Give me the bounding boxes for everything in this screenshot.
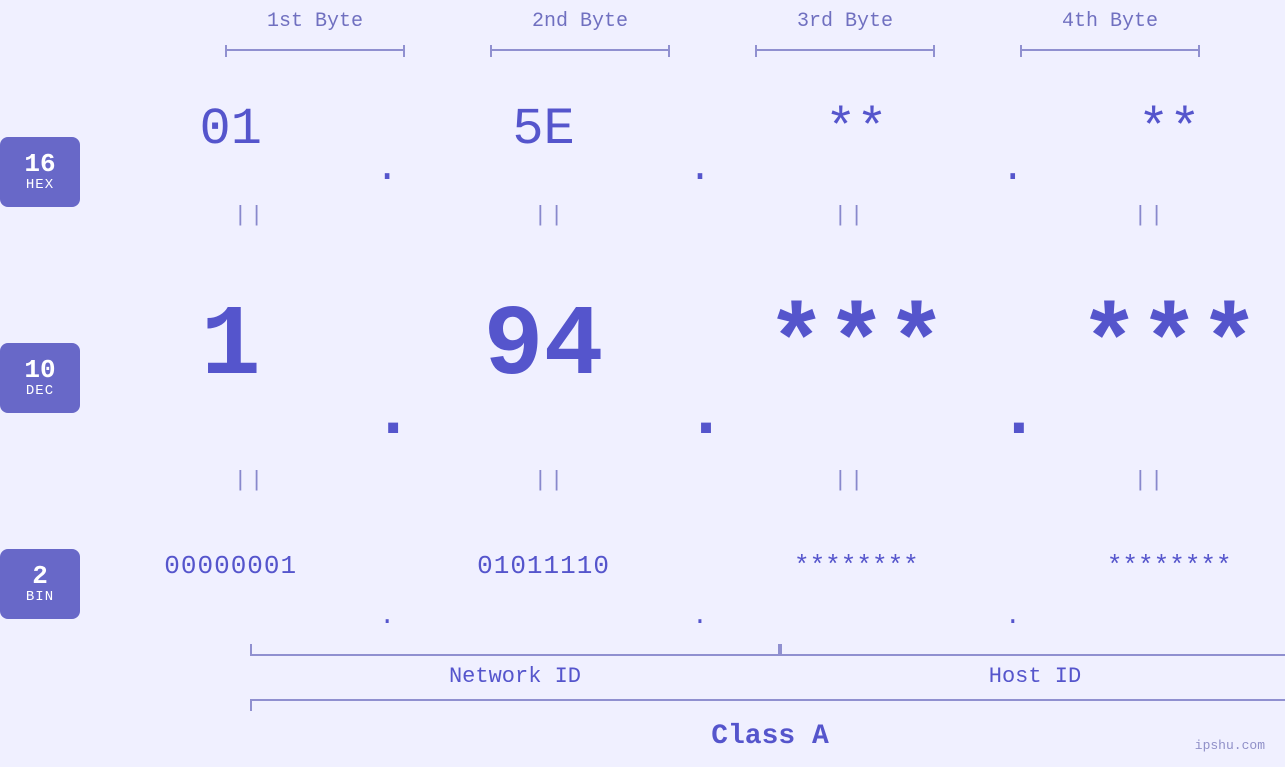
eq2-b4: ||: [1030, 468, 1270, 493]
class-label: Class A: [220, 711, 1285, 762]
equals-row-1: || || || ||: [80, 200, 1285, 230]
bin-b2-cell: 01011110: [424, 551, 664, 581]
hex-dot-3: .: [998, 147, 1028, 200]
bottom-section: Network ID Host ID Class A: [220, 636, 1285, 762]
eq2-b2: ||: [430, 468, 670, 493]
dec-b1-val: 1: [201, 291, 261, 404]
labels-column: 16 HEX 10 DEC 2 BIN: [0, 59, 80, 767]
dec-dot-1: .: [372, 376, 402, 465]
hex-dot-1: .: [372, 147, 402, 200]
dec-dot-2: .: [685, 376, 715, 465]
id-labels-row: Network ID Host ID: [220, 664, 1285, 689]
bracket-4: [990, 39, 1230, 59]
bin-b4-cell: ********: [1049, 551, 1285, 581]
hex-dot-2: .: [685, 147, 715, 200]
network-id-label: Network ID: [250, 664, 780, 689]
byte2-header: 2nd Byte: [460, 10, 700, 33]
bottom-brackets: [220, 636, 1285, 656]
bin-b1-cell: 00000001: [111, 551, 351, 581]
byte4-header: 4th Byte: [990, 10, 1230, 33]
dec-badge-base: DEC: [26, 383, 54, 399]
bin-b1-val: 00000001: [164, 551, 297, 581]
dec-badge-num: 10: [24, 357, 55, 383]
dec-dot-3: .: [998, 376, 1028, 465]
eq2-b3: ||: [730, 468, 970, 493]
eq1-b3: ||: [730, 203, 970, 228]
main-container: 1st Byte 2nd Byte 3rd Byte 4th Byte 16 H…: [0, 0, 1285, 767]
hex-badge-base: HEX: [26, 177, 54, 193]
hex-b2-cell: 5E: [424, 100, 664, 159]
bin-b3-val: ********: [794, 551, 919, 581]
byte1-header: 1st Byte: [195, 10, 435, 33]
bin-badge-num: 2: [32, 563, 48, 589]
full-bracket-line: [250, 699, 1285, 701]
watermark: ipshu.com: [1195, 738, 1265, 753]
host-bracket: [780, 636, 1285, 656]
bin-badge: 2 BIN: [0, 549, 80, 619]
bracket-3: [725, 39, 965, 59]
dec-b1-cell: 1: [111, 291, 351, 404]
dec-b2-cell: 94: [424, 291, 664, 404]
byte3-header: 3rd Byte: [725, 10, 965, 33]
hex-b1-cell: 01: [111, 100, 351, 159]
network-bracket: [250, 636, 780, 656]
dec-row: 1 . 94 . *** . ***: [80, 230, 1285, 465]
dec-b3-val: ***: [766, 291, 946, 404]
eq2-b1: ||: [130, 468, 370, 493]
dec-badge: 10 DEC: [0, 343, 80, 413]
data-area: 01 . 5E . ** . ** || || || ||: [80, 59, 1285, 767]
bin-dot-1: .: [372, 601, 402, 636]
bin-dot-2: .: [685, 601, 715, 636]
dec-b3-cell: ***: [736, 291, 976, 404]
main-content: 16 HEX 10 DEC 2 BIN 01 . 5E: [0, 59, 1285, 767]
hex-badge-num: 16: [24, 151, 55, 177]
hex-b4-val: **: [1138, 100, 1200, 159]
bracket-1: [195, 39, 435, 59]
hex-b2-val: 5E: [512, 100, 574, 159]
bin-b2-val: 01011110: [477, 551, 610, 581]
hex-b1-val: 01: [199, 100, 261, 159]
bracket-2: [460, 39, 700, 59]
hex-b4-cell: **: [1049, 100, 1285, 159]
dec-b2-val: 94: [484, 291, 604, 404]
bin-dot-3: .: [998, 601, 1028, 636]
hex-row: 01 . 5E . ** . **: [80, 59, 1285, 200]
bin-b4-val: ********: [1107, 551, 1232, 581]
dec-b4-val: ***: [1079, 291, 1259, 404]
bin-row: 00000001 . 01011110 . ******** . *******…: [80, 495, 1285, 636]
eq1-b1: ||: [130, 203, 370, 228]
eq1-b2: ||: [430, 203, 670, 228]
header-brackets: [163, 39, 1263, 59]
hex-badge: 16 HEX: [0, 137, 80, 207]
bin-b3-cell: ********: [736, 551, 976, 581]
host-id-label: Host ID: [780, 664, 1285, 689]
hex-b3-val: **: [825, 100, 887, 159]
equals-row-2: || || || ||: [80, 465, 1285, 495]
bin-badge-base: BIN: [26, 589, 54, 605]
hex-b3-cell: **: [736, 100, 976, 159]
byte-headers-row: 1st Byte 2nd Byte 3rd Byte 4th Byte: [163, 10, 1263, 33]
eq1-b4: ||: [1030, 203, 1270, 228]
dec-b4-cell: ***: [1049, 291, 1285, 404]
